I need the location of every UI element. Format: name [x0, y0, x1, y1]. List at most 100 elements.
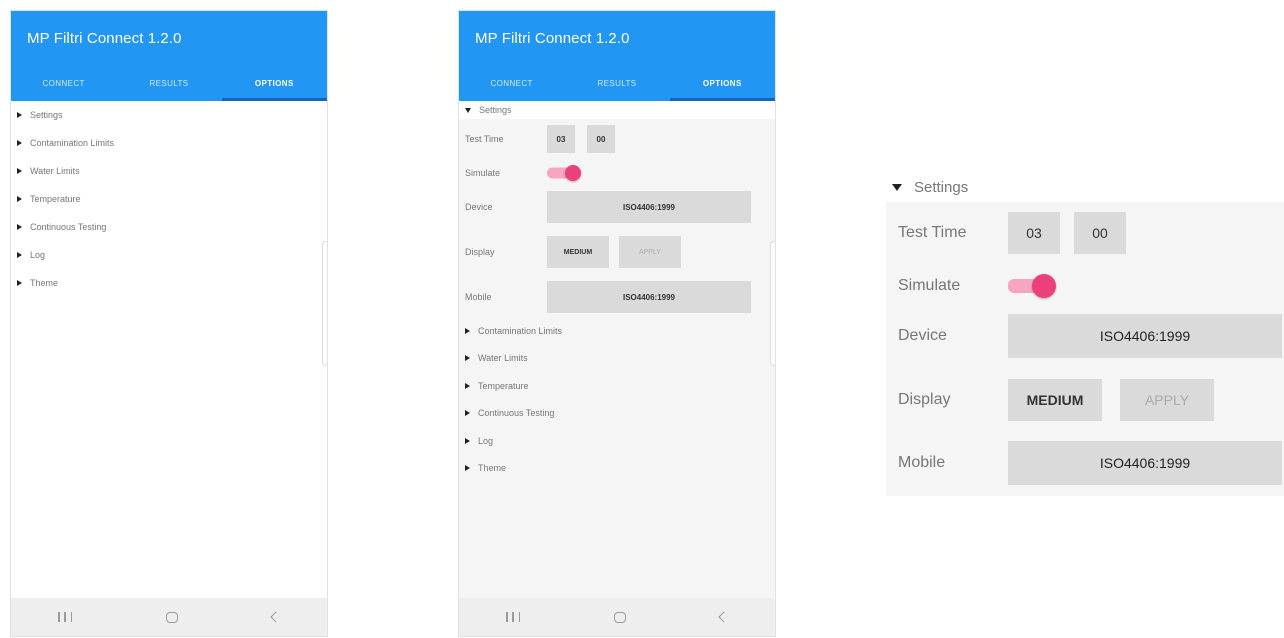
menu-item-label: Water Limits — [478, 353, 528, 364]
menu-item-settings[interactable]: Settings — [459, 101, 775, 119]
device-label: Device — [898, 327, 947, 344]
tab-results[interactable]: RESULTS — [564, 65, 669, 101]
menu-item-label: Settings — [30, 110, 63, 120]
menu-item-log[interactable]: Log — [459, 427, 775, 455]
expand-arrow-icon — [17, 140, 22, 146]
device-row: Device ISO4406:1999 — [459, 187, 775, 227]
app-title: MP Filtri Connect 1.2.0 — [475, 30, 630, 47]
menu-item-label: Log — [30, 250, 46, 260]
display-row: Display MEDIUM APPLY — [459, 227, 775, 277]
app-bar: MP Filtri Connect 1.2.0 CONNECT RESULTS … — [459, 11, 775, 101]
test-time-seconds-button[interactable]: 00 — [1074, 212, 1126, 254]
menu-item-water-limits[interactable]: Water Limits — [459, 345, 775, 373]
display-size-button[interactable]: MEDIUM — [547, 236, 609, 268]
display-label: Display — [898, 391, 951, 408]
app-bar: MP Filtri Connect 1.2.0 CONNECT RESULTS … — [11, 11, 327, 101]
menu-item-temperature[interactable]: Temperature — [11, 185, 327, 213]
phone-screen-collapsed: MP Filtri Connect 1.2.0 CONNECT RESULTS … — [10, 10, 328, 637]
test-time-minutes-button[interactable]: 03 — [547, 125, 575, 153]
simulate-toggle[interactable] — [1008, 271, 1058, 301]
simulate-row: Simulate — [886, 264, 1284, 308]
back-icon[interactable] — [270, 611, 282, 623]
scroll-indicator[interactable] — [322, 241, 327, 366]
menu-item-label: Theme — [478, 463, 507, 474]
tab-options[interactable]: OPTIONS — [221, 65, 327, 101]
menu-item-continuous-testing[interactable]: Continuous Testing — [11, 213, 327, 241]
phone-screen-expanded: MP Filtri Connect 1.2.0 CONNECT RESULTS … — [458, 10, 776, 637]
expand-arrow-icon — [17, 112, 22, 118]
device-row: Device ISO4406:1999 — [886, 308, 1284, 364]
expand-arrow-icon — [17, 196, 22, 202]
mobile-standard-button[interactable]: ISO4406:1999 — [1008, 441, 1282, 485]
menu-item-label: Log — [478, 435, 494, 446]
android-nav-bar — [11, 598, 327, 636]
apply-button[interactable]: APPLY — [619, 236, 681, 268]
menu-item-label: Water Limits — [30, 166, 80, 176]
menu-item-label: Settings — [914, 178, 969, 196]
tab-connect[interactable]: CONNECT — [459, 65, 564, 101]
menu-item-label: Continuous Testing — [30, 222, 107, 232]
menu-item-theme[interactable]: Theme — [459, 455, 775, 483]
menu-item-settings[interactable]: Settings — [886, 172, 1284, 202]
options-list: Settings Test Time 03 00 Simulate Device… — [459, 101, 775, 598]
device-label: Device — [465, 202, 493, 212]
mobile-label: Mobile — [898, 454, 946, 471]
mobile-row: Mobile ISO4406:1999 — [459, 277, 775, 317]
expand-arrow-icon — [17, 168, 22, 174]
options-list: Settings Contamination Limits Water Limi… — [11, 101, 327, 598]
device-standard-button[interactable]: ISO4406:1999 — [547, 191, 751, 223]
menu-item-label: Settings — [479, 105, 512, 115]
scroll-indicator[interactable] — [770, 241, 775, 366]
menu-item-log[interactable]: Log — [11, 241, 327, 269]
expand-arrow-icon — [465, 382, 470, 389]
menu-item-contamination-limits[interactable]: Contamination Limits — [459, 317, 775, 345]
test-time-minutes-button[interactable]: 03 — [1008, 212, 1060, 254]
test-time-label: Test Time — [465, 134, 504, 144]
menu-item-settings[interactable]: Settings — [11, 101, 327, 129]
recent-apps-icon[interactable] — [506, 612, 520, 622]
mobile-standard-button[interactable]: ISO4406:1999 — [547, 281, 751, 313]
recent-apps-icon[interactable] — [58, 612, 72, 622]
menu-item-label: Continuous Testing — [478, 408, 555, 419]
expand-arrow-icon — [465, 437, 470, 444]
menu-item-temperature[interactable]: Temperature — [459, 372, 775, 400]
settings-rows: Test Time 03 00 Simulate Device ISO4406:… — [886, 202, 1284, 490]
device-standard-button[interactable]: ISO4406:1999 — [1008, 314, 1282, 358]
home-icon[interactable] — [614, 611, 626, 623]
display-label: Display — [465, 247, 495, 257]
menu-item-contamination-limits[interactable]: Contamination Limits — [11, 129, 327, 157]
menu-item-theme[interactable]: Theme — [11, 269, 327, 297]
test-time-seconds-button[interactable]: 00 — [587, 125, 615, 153]
menu-item-label: Contamination Limits — [478, 325, 563, 336]
tab-connect[interactable]: CONNECT — [11, 65, 116, 101]
simulate-label: Simulate — [465, 168, 501, 178]
test-time-row: Test Time 03 00 — [459, 119, 775, 159]
menu-item-label: Temperature — [30, 194, 81, 204]
settings-panel-zoomed: Settings Test Time 03 00 Simulate Device… — [886, 172, 1284, 496]
test-time-row: Test Time 03 00 — [886, 202, 1284, 264]
simulate-toggle[interactable] — [547, 163, 583, 183]
android-nav-bar — [459, 598, 775, 636]
tab-bar: CONNECT RESULTS OPTIONS — [459, 65, 775, 101]
app-title: MP Filtri Connect 1.2.0 — [27, 30, 182, 47]
tab-results[interactable]: RESULTS — [116, 65, 221, 101]
collapse-arrow-icon — [465, 108, 471, 113]
apply-button[interactable]: APPLY — [1120, 379, 1214, 421]
display-row: Display MEDIUM APPLY — [886, 364, 1284, 436]
expand-arrow-icon — [17, 224, 22, 230]
expand-arrow-icon — [465, 327, 470, 334]
display-size-button[interactable]: MEDIUM — [1008, 379, 1102, 421]
expand-arrow-icon — [17, 280, 22, 286]
mobile-label: Mobile — [465, 292, 492, 302]
menu-item-continuous-testing[interactable]: Continuous Testing — [459, 400, 775, 428]
collapse-arrow-icon — [892, 184, 902, 191]
tab-options[interactable]: OPTIONS — [669, 65, 775, 101]
menu-item-label: Theme — [30, 278, 59, 288]
menu-item-water-limits[interactable]: Water Limits — [11, 157, 327, 185]
expand-arrow-icon — [465, 410, 470, 417]
settings-panel: Test Time 03 00 Simulate Device ISO4406:… — [459, 119, 775, 317]
back-icon[interactable] — [718, 611, 730, 623]
home-icon[interactable] — [166, 611, 178, 623]
expand-arrow-icon — [465, 465, 470, 472]
menu-item-label: Temperature — [478, 380, 529, 391]
